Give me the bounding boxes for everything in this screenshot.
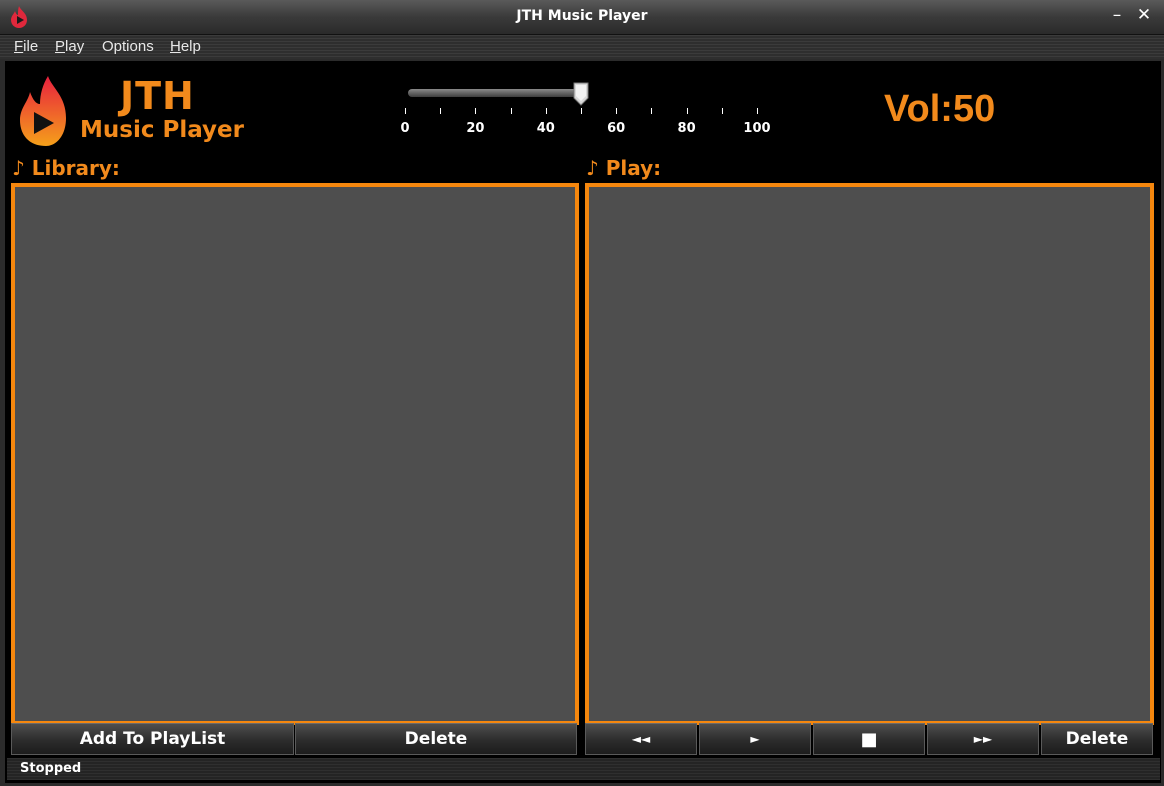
volume-readout: Vol:50 xyxy=(884,88,995,131)
playlist-list[interactable] xyxy=(585,183,1154,725)
menu-options-label: ptions xyxy=(113,38,154,55)
volume-value: 50 xyxy=(952,88,996,130)
playlist-delete-button[interactable]: Delete xyxy=(1041,723,1153,755)
menu-file-mnemonic: F xyxy=(14,38,24,55)
menu-bar: File Play Options Help xyxy=(0,35,1164,59)
title-bar: JTH Music Player – ✕ xyxy=(0,0,1164,35)
slider-tick xyxy=(616,108,618,114)
slider-tick xyxy=(686,108,688,114)
menu-help-mnemonic: H xyxy=(170,38,181,55)
library-list[interactable] xyxy=(11,183,579,725)
library-title: ♪ Library: xyxy=(12,156,120,180)
slider-tick-label: 20 xyxy=(466,121,485,136)
previous-button[interactable]: ◄◄ xyxy=(585,723,697,755)
next-button[interactable]: ►► xyxy=(927,723,1039,755)
slider-tick xyxy=(721,108,723,114)
menu-play-mnemonic: P xyxy=(55,38,66,55)
menu-help-label: elp xyxy=(180,38,201,55)
slider-tick xyxy=(475,108,477,114)
play-button[interactable]: ► xyxy=(699,723,811,755)
status-bar: Stopped xyxy=(7,758,1160,780)
slider-tick xyxy=(581,108,582,114)
minimize-button[interactable]: – xyxy=(1106,4,1128,26)
slider-tick xyxy=(510,108,512,114)
slider-tick-label: 80 xyxy=(677,121,696,136)
play-title: ♪ Play: xyxy=(586,156,662,180)
menu-file[interactable]: File xyxy=(14,38,38,55)
slider-tick xyxy=(651,108,653,114)
menu-file-label: ile xyxy=(23,38,39,55)
volume-label: Vol: xyxy=(884,88,953,130)
window-title: JTH Music Player xyxy=(516,8,648,24)
slider-tick xyxy=(757,108,758,114)
close-button[interactable]: ✕ xyxy=(1133,4,1155,26)
slider-tick-label: 0 xyxy=(400,121,410,136)
slider-tick-label: 60 xyxy=(607,121,626,136)
library-delete-button[interactable]: Delete xyxy=(295,723,577,755)
menu-options[interactable]: Options xyxy=(102,38,154,55)
slider-tick-label: 100 xyxy=(743,121,771,136)
menu-play[interactable]: Play xyxy=(55,38,84,55)
slider-tick xyxy=(545,108,547,114)
status-text: Stopped xyxy=(20,761,82,776)
slider-tick xyxy=(440,108,442,114)
logo-music-player-text: Music Player xyxy=(80,117,244,143)
menu-options-mnemonic: O xyxy=(102,38,114,55)
slider-tick xyxy=(405,108,406,114)
add-to-playlist-button[interactable]: Add To PlayList xyxy=(11,723,294,755)
menu-play-label: lay xyxy=(65,38,85,55)
volume-slider[interactable]: 0 20 40 60 80 100 xyxy=(400,80,772,140)
volume-slider-thumb-icon[interactable] xyxy=(573,82,589,106)
logo-jth-text: JTH xyxy=(120,74,195,118)
menu-help[interactable]: Help xyxy=(170,38,201,55)
slider-tick-label: 40 xyxy=(536,121,555,136)
stop-button[interactable]: ■ xyxy=(813,723,925,755)
volume-slider-track[interactable] xyxy=(408,89,582,97)
